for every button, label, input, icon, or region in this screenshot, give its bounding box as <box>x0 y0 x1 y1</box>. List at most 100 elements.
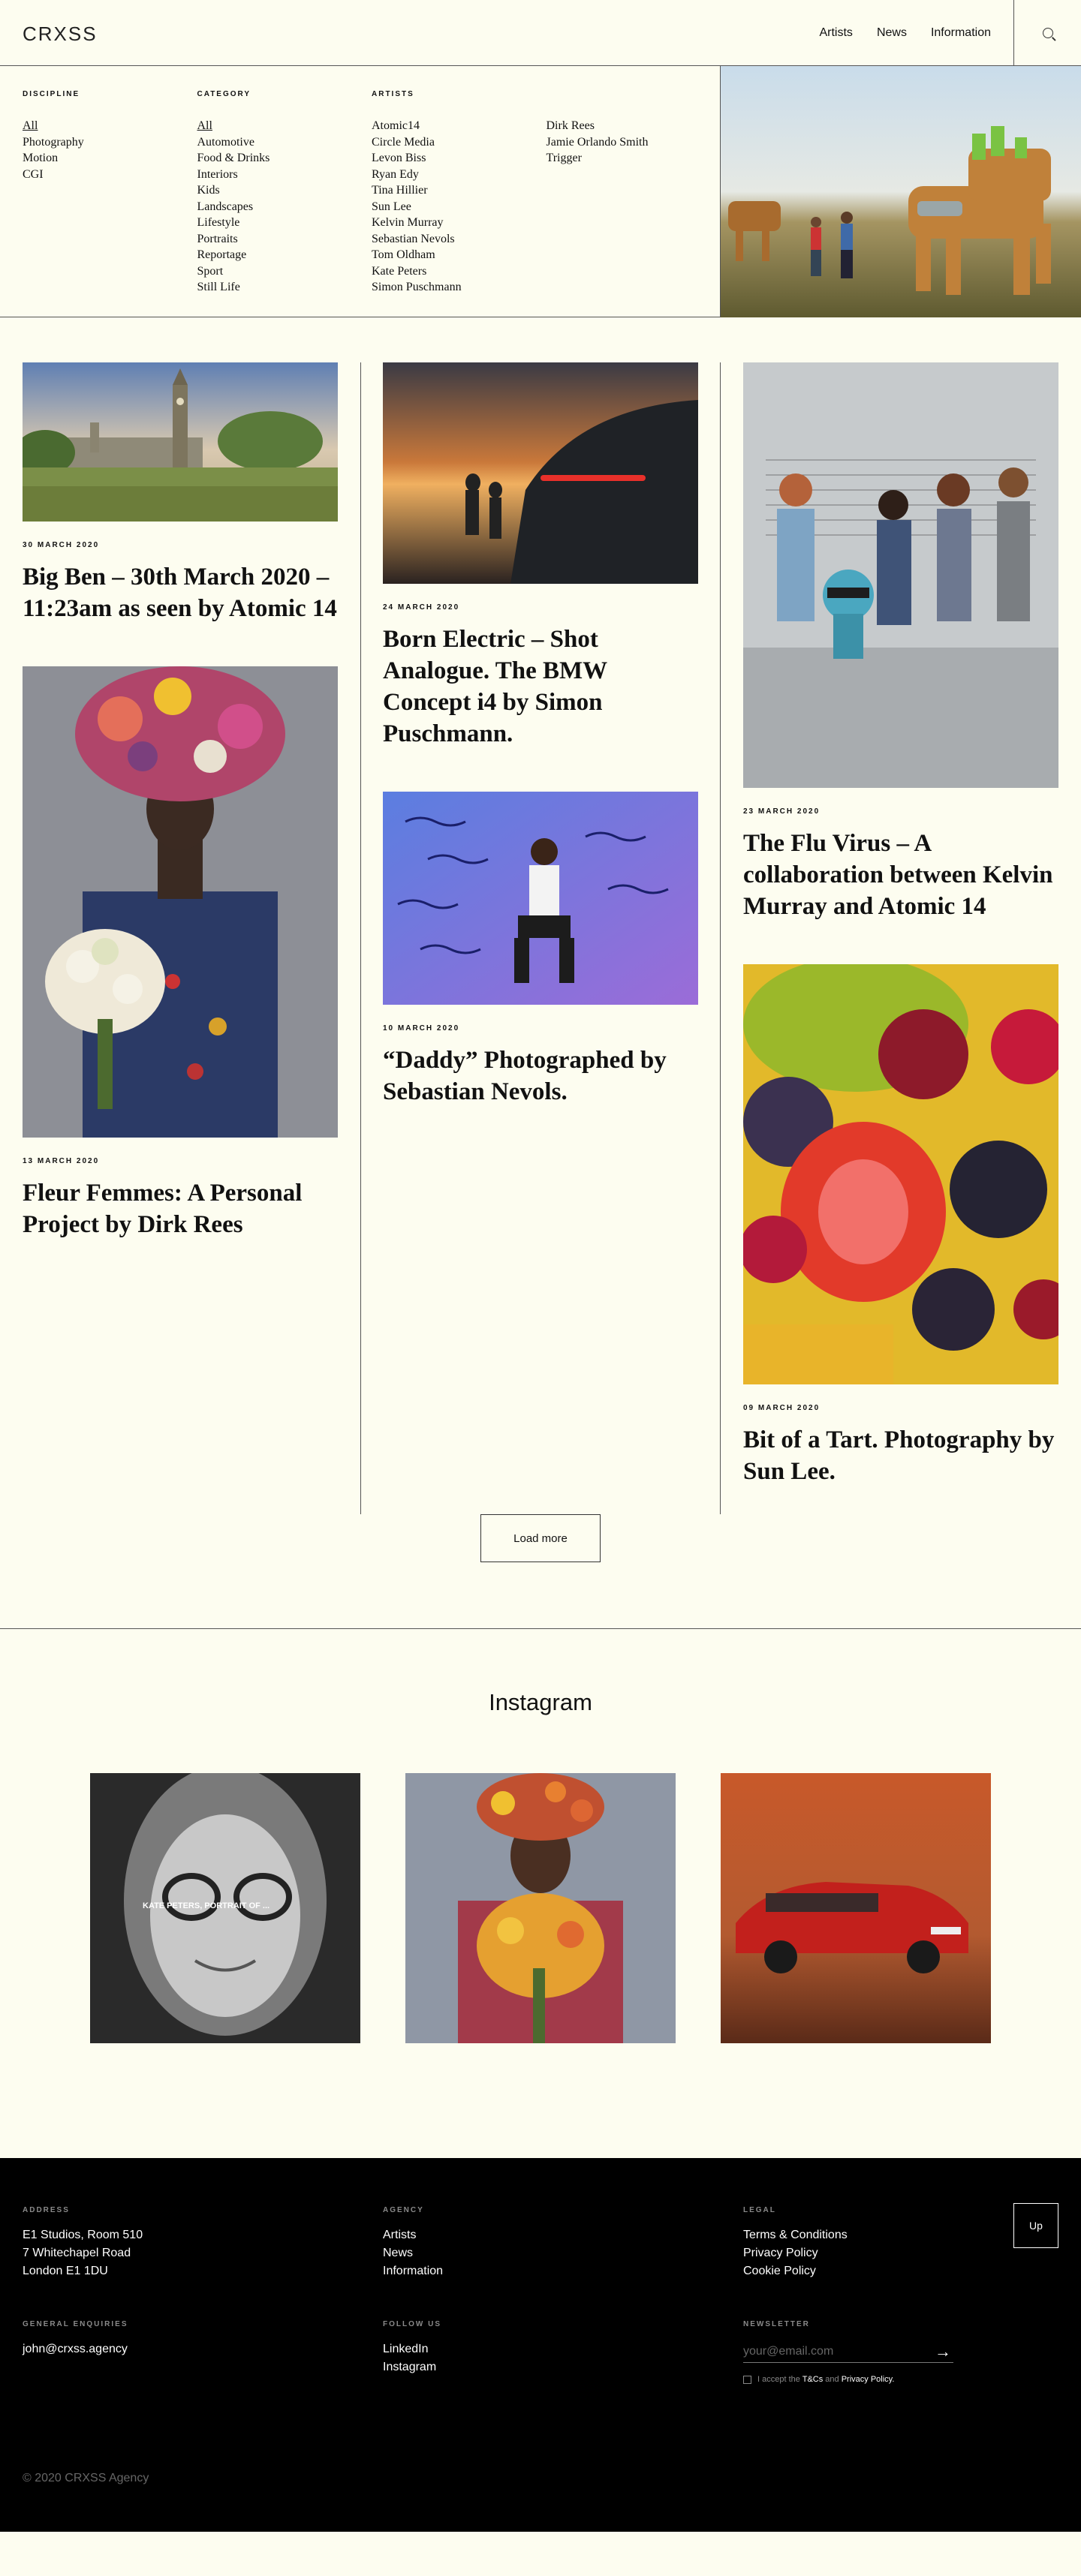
footer-heading: LEGAL <box>743 2206 776 2214</box>
filter-option[interactable]: Sport <box>197 263 372 280</box>
copyright-text: © 2020 CRXSS Agency <box>23 2472 149 2484</box>
daddy-portrait-image[interactable] <box>383 792 698 1005</box>
footer-heading: ADDRESS <box>23 2206 70 2214</box>
artist-option[interactable]: Trigger <box>547 150 721 167</box>
artist-option[interactable]: Simon Puschmann <box>372 279 547 296</box>
category-filter: CATEGORY All Automotive Food & Drinks In… <box>197 90 372 317</box>
posts-grid: 30 MARCH 2020 Big Ben – 30th March 2020 … <box>0 317 1081 1514</box>
footer-link-information[interactable]: Information <box>383 2262 443 2280</box>
post-card[interactable]: 23 MARCH 2020 The Flu Virus – A collabor… <box>743 362 1058 922</box>
post-card[interactable]: 09 MARCH 2020 Bit of a Tart. Photography… <box>743 964 1058 1487</box>
filter-option[interactable]: Lifestyle <box>197 215 372 231</box>
footer-link-cookies[interactable]: Cookie Policy <box>743 2262 848 2280</box>
instagram-post[interactable] <box>405 1773 676 2043</box>
footer-link-terms[interactable]: Terms & Conditions <box>743 2226 848 2244</box>
fleur-femmes-image[interactable] <box>23 666 338 1138</box>
footer-link-news[interactable]: News <box>383 2244 443 2262</box>
post-title[interactable]: Fleur Femmes: A Personal Project by Dirk… <box>23 1177 338 1240</box>
nav-artists[interactable]: Artists <box>819 26 852 40</box>
arrow-right-icon: → <box>935 2342 951 2361</box>
discipline-filter: DISCIPLINE All Photography Motion CGI <box>23 90 197 317</box>
artist-option[interactable]: Levon Biss <box>372 150 547 167</box>
post-card[interactable]: 10 MARCH 2020 “Daddy” Photographed by Se… <box>383 792 698 1108</box>
footer-heading: FOLLOW US <box>383 2320 441 2328</box>
filter-option[interactable]: All <box>197 118 372 134</box>
post-card[interactable]: 24 MARCH 2020 Born Electric – Shot Analo… <box>383 362 698 750</box>
filter-heading: DISCIPLINE <box>23 90 80 98</box>
filter-option[interactable]: All <box>23 118 197 134</box>
post-date: 23 MARCH 2020 <box>743 807 821 816</box>
instagram-heading: Instagram <box>489 1689 592 1715</box>
footer-link-artists[interactable]: Artists <box>383 2226 443 2244</box>
follow-block: FOLLOW US LinkedIn Instagram <box>383 2320 441 2376</box>
site-header: CRXSS Artists News Information <box>0 0 1081 66</box>
post-title[interactable]: Big Ben – 30th March 2020 – 11:23am as s… <box>23 561 338 624</box>
newsletter-email-input[interactable] <box>743 2340 953 2363</box>
consent-tcs-link[interactable]: T&Cs <box>802 2375 824 2384</box>
filter-option[interactable]: Kids <box>197 182 372 199</box>
instagram-section: Instagram KATE PETERS, PORTRAIT OF ... <box>0 1629 1081 2158</box>
featured-robots-image[interactable] <box>720 66 1081 317</box>
filter-option[interactable]: Still Life <box>197 279 372 296</box>
instagram-post[interactable] <box>721 1773 991 2043</box>
address-line: London E1 1DU <box>23 2265 108 2277</box>
post-title[interactable]: Bit of a Tart. Photography by Sun Lee. <box>743 1424 1058 1487</box>
consent-privacy-link[interactable]: Privacy Policy. <box>842 2375 895 2384</box>
artist-option[interactable]: Ryan Edy <box>372 167 547 183</box>
fruit-tart-image[interactable] <box>743 964 1058 1384</box>
newsletter-consent: I accept the T&Cs and Privacy Policy. <box>743 2375 955 2384</box>
filter-option[interactable]: Food & Drinks <box>197 150 372 167</box>
artist-option[interactable]: Atomic14 <box>372 118 547 134</box>
post-title[interactable]: “Daddy” Photographed by Sebastian Nevols… <box>383 1045 698 1108</box>
bmw-concept-image[interactable] <box>383 362 698 584</box>
back-to-top-button[interactable]: Up <box>1013 2203 1058 2248</box>
post-title[interactable]: The Flu Virus – A collaboration between … <box>743 828 1058 922</box>
legal-block: LEGAL Terms & Conditions Privacy Policy … <box>743 2206 848 2280</box>
artist-option[interactable]: Sun Lee <box>372 199 547 215</box>
load-more-button[interactable]: Load more <box>480 1514 601 1562</box>
filter-option[interactable]: Landscapes <box>197 199 372 215</box>
nav-news[interactable]: News <box>877 26 907 40</box>
search-button[interactable] <box>1013 0 1081 66</box>
footer-heading: GENERAL ENQUIRIES <box>23 2320 128 2328</box>
post-card[interactable]: 30 MARCH 2020 Big Ben – 30th March 2020 … <box>23 362 338 624</box>
artists-filter: ARTISTS Atomic14 Circle Media Levon Biss… <box>372 90 547 317</box>
artist-option[interactable]: Tom Oldham <box>372 247 547 263</box>
instagram-post[interactable]: KATE PETERS, PORTRAIT OF ... <box>90 1773 360 2043</box>
artist-option[interactable]: Dirk Rees <box>547 118 721 134</box>
flu-virus-image[interactable] <box>743 362 1058 788</box>
nav-information[interactable]: Information <box>931 26 991 40</box>
filter-panel: DISCIPLINE All Photography Motion CGI CA… <box>0 66 1081 317</box>
artist-option[interactable]: Sebastian Nevols <box>372 231 547 248</box>
enquiries-email-link[interactable]: john@crxss.agency <box>23 2340 128 2358</box>
column-divider <box>720 362 721 1514</box>
artist-option[interactable]: Kate Peters <box>372 263 547 280</box>
logo[interactable]: CRXSS <box>23 23 98 46</box>
newsletter-block: NEWSLETTER → I accept the T&Cs and Priva… <box>743 2320 955 2384</box>
search-icon <box>1042 28 1053 38</box>
filter-option[interactable]: Photography <box>23 134 197 151</box>
post-date: 13 MARCH 2020 <box>23 1157 100 1165</box>
post-card[interactable]: 13 MARCH 2020 Fleur Femmes: A Personal P… <box>23 666 338 1240</box>
artist-option[interactable]: Tina Hillier <box>372 182 547 199</box>
artist-option[interactable]: Circle Media <box>372 134 547 151</box>
filter-option[interactable]: Portraits <box>197 231 372 248</box>
footer-heading: NEWSLETTER <box>743 2320 810 2328</box>
big-ben-image[interactable] <box>23 362 338 522</box>
artist-option[interactable]: Jamie Orlando Smith <box>547 134 721 151</box>
newsletter-submit-button[interactable]: → <box>931 2340 955 2363</box>
footer-link-linkedin[interactable]: LinkedIn <box>383 2340 441 2358</box>
footer-link-privacy[interactable]: Privacy Policy <box>743 2244 848 2262</box>
post-date: 30 MARCH 2020 <box>23 541 100 549</box>
filter-option[interactable]: Reportage <box>197 247 372 263</box>
site-footer: ADDRESS E1 Studios, Room 510 7 Whitechap… <box>0 2158 1081 2532</box>
post-title[interactable]: Born Electric – Shot Analogue. The BMW C… <box>383 624 698 750</box>
filter-heading: CATEGORY <box>197 90 251 98</box>
filter-option[interactable]: Automotive <box>197 134 372 151</box>
filter-option[interactable]: CGI <box>23 167 197 183</box>
filter-option[interactable]: Motion <box>23 150 197 167</box>
artist-option[interactable]: Kelvin Murray <box>372 215 547 231</box>
filter-option[interactable]: Interiors <box>197 167 372 183</box>
footer-link-instagram[interactable]: Instagram <box>383 2358 441 2376</box>
consent-checkbox[interactable] <box>743 2375 751 2384</box>
